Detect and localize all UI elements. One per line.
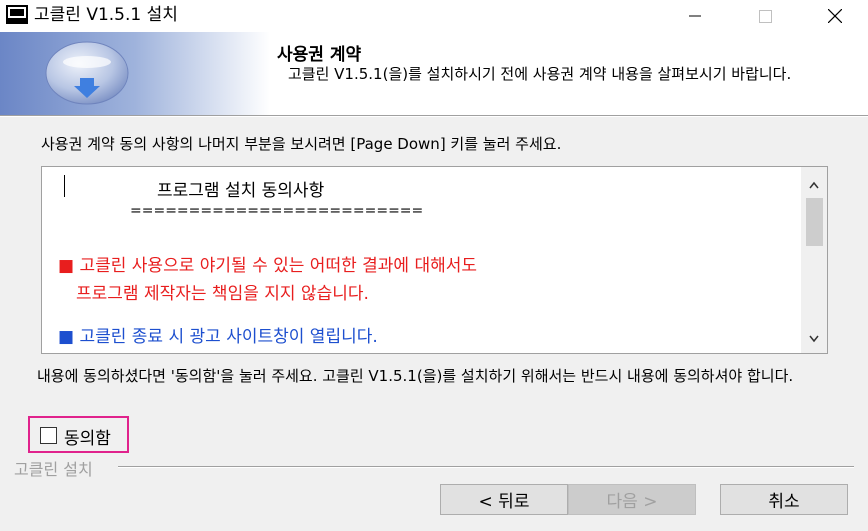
license-warning-line1: ■ 고클린 사용으로 야기될 수 있는 어떠한 결과에 대해서도 <box>58 256 478 276</box>
title-bar: 고클린 V1.5.1 설치 <box>0 0 868 32</box>
scroll-thumb[interactable] <box>806 198 823 246</box>
window-title: 고클린 V1.5.1 설치 <box>34 5 178 25</box>
close-button[interactable] <box>812 0 858 32</box>
scroll-up-icon[interactable] <box>801 175 827 195</box>
license-warning-line2: 프로그램 제작자는 책임을 지지 않습니다. <box>76 284 369 304</box>
header-divider <box>0 115 868 117</box>
license-textbox[interactable]: 프로그램 설치 동의사항 ========================= ■… <box>41 166 828 354</box>
agree-checkbox-container[interactable]: 동의함 <box>28 416 129 453</box>
footer-group-label: 고클린 설치 <box>14 460 93 479</box>
page-description: 고클린 V1.5.1(을)를 설치하시기 전에 사용권 계약 내용을 살펴보시기… <box>288 65 792 83</box>
scroll-down-icon[interactable] <box>801 329 827 349</box>
next-button: 다음 > <box>568 484 696 515</box>
footer-divider <box>118 466 854 468</box>
instruction-text: 사용권 계약 동의 사항의 나머지 부분을 보시려면 [Page Down] 키… <box>41 135 562 153</box>
license-scrollbar[interactable] <box>801 167 827 353</box>
header-panel: 사용권 계약 고클린 V1.5.1(을)를 설치하시기 전에 사용권 계약 내용… <box>0 32 868 115</box>
minimize-button[interactable] <box>672 0 718 32</box>
license-separator: ========================= <box>130 203 424 219</box>
agree-checkbox-label[interactable]: 동의함 <box>64 424 111 449</box>
license-title: 프로그램 설치 동의사항 <box>157 181 325 201</box>
license-ad-notice: ■ 고클린 종료 시 광고 사이트창이 열립니다. <box>58 327 378 347</box>
page-title: 사용권 계약 <box>277 45 362 65</box>
back-button[interactable]: < 뒤로 <box>440 484 568 515</box>
header-banner <box>0 32 270 115</box>
cancel-button[interactable]: 취소 <box>720 484 848 515</box>
minimize-icon <box>689 15 701 17</box>
text-caret <box>64 175 65 197</box>
installer-icon <box>6 5 28 24</box>
close-icon <box>828 9 842 23</box>
maximize-button <box>742 0 788 32</box>
gocleaner-logo-icon <box>45 41 129 105</box>
agree-description: 내용에 동의하셨다면 '동의함'을 눌러 주세요. 고클린 V1.5.1(을)를… <box>37 367 794 385</box>
license-content: 프로그램 설치 동의사항 ========================= ■… <box>42 167 802 353</box>
agree-checkbox[interactable] <box>40 427 57 444</box>
maximize-icon <box>758 9 772 23</box>
